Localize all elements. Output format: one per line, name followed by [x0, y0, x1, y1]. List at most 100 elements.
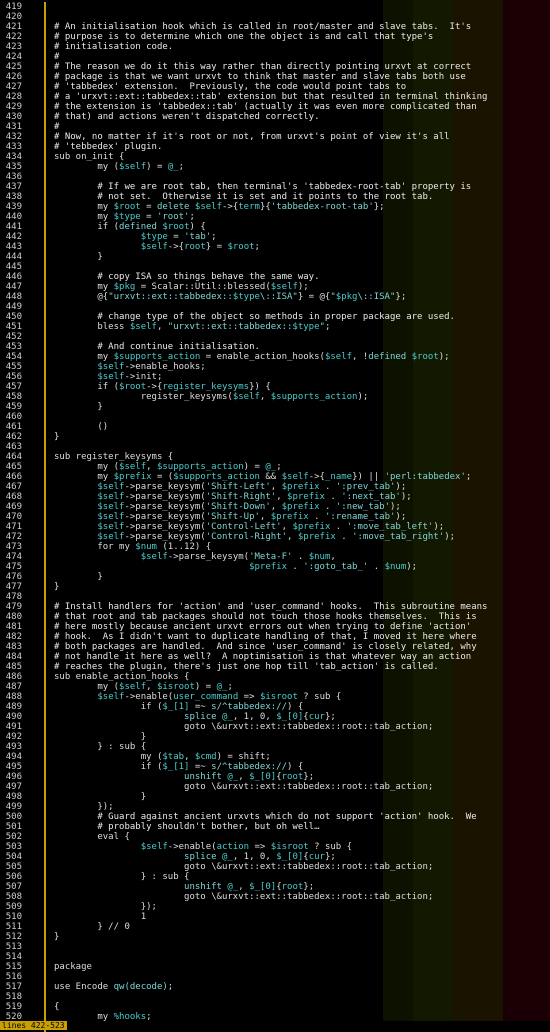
code-line[interactable]: unshift @_, $_[0]{root}; [54, 882, 487, 892]
code-line[interactable]: package [54, 962, 487, 972]
code-line[interactable]: # Guard against ancient urxvts which do … [54, 812, 487, 822]
code-line[interactable]: # probably shouldn't bother, but oh well… [54, 822, 487, 832]
code-line[interactable]: $self->parse_keysym('Control-Right', $pr… [54, 532, 487, 542]
code-line[interactable]: }); [54, 902, 487, 912]
code-line[interactable]: if (defined $root) { [54, 222, 487, 232]
code-line[interactable]: sub on_init { [54, 152, 487, 162]
code-line[interactable]: if ($_[1] =~ s/^tabbedex://) { [54, 702, 487, 712]
code-line[interactable]: } // 0 [54, 922, 487, 932]
code-line[interactable] [54, 442, 487, 452]
code-line[interactable]: # not handle it here as well? A noptimis… [54, 652, 487, 662]
code-line[interactable]: register_keysyms($self, $supports_action… [54, 392, 487, 402]
code-line[interactable]: my $pkg = Scalar::Util::blessed($self); [54, 282, 487, 292]
code-line[interactable] [54, 952, 487, 962]
code-line[interactable]: if ($_[1] =~ s/^tabbedex://) { [54, 762, 487, 772]
code-line[interactable]: my $supports_action = enable_action_hook… [54, 352, 487, 362]
code-line[interactable]: # copy ISA so things behave the same way… [54, 272, 487, 282]
code-line[interactable] [54, 2, 487, 12]
code-line[interactable]: use Encode qw(decode); [54, 982, 487, 992]
code-line[interactable]: bless $self, "urxvt::ext::tabbedex::$typ… [54, 322, 487, 332]
code-line[interactable]: my ($tab, $cmd) = shift; [54, 752, 487, 762]
code-line[interactable]: $self->enable(action => $isroot ? sub { [54, 842, 487, 852]
code-line[interactable]: # a 'urxvt::ext::tabbedex::tab' extensio… [54, 92, 487, 102]
code-line[interactable]: $self->parse_keysym('Control-Left', $pre… [54, 522, 487, 532]
code-line[interactable]: $type = 'tab'; [54, 232, 487, 242]
code-line[interactable]: # If we are root tab, then terminal's 't… [54, 182, 487, 192]
code-line[interactable]: # that root and tab packages should not … [54, 612, 487, 622]
code-editor-area[interactable]: # An initialisation hook which is called… [54, 2, 487, 1022]
code-line[interactable]: splice @_, 1, 0, $_[0]{cur}; [54, 712, 487, 722]
code-line[interactable] [54, 302, 487, 312]
code-line[interactable]: } [54, 582, 487, 592]
code-line[interactable]: $self->{root} = $root; [54, 242, 487, 252]
code-line[interactable]: $self->enable_hooks; [54, 362, 487, 372]
code-line[interactable]: my $prefix = ($supports_action && $self-… [54, 472, 487, 482]
code-line[interactable]: # reaches the plugin, there's just one h… [54, 662, 487, 672]
code-line[interactable] [54, 972, 487, 982]
code-line[interactable]: } [54, 932, 487, 942]
code-line[interactable]: # 'tabbedex' extension. Previously, the … [54, 82, 487, 92]
code-line[interactable] [54, 992, 487, 1002]
code-line[interactable]: # initialisation code. [54, 42, 487, 52]
code-line[interactable]: splice @_, 1, 0, $_[0]{cur}; [54, 852, 487, 862]
code-line[interactable]: # not set. Otherwise it is set and it po… [54, 192, 487, 202]
code-line[interactable]: eval { [54, 832, 487, 842]
code-line[interactable]: } [54, 432, 487, 442]
code-line[interactable]: $prefix . ':goto_tab_' . $num); [54, 562, 487, 572]
code-line[interactable]: my $type = 'root'; [54, 212, 487, 222]
code-line[interactable] [54, 942, 487, 952]
code-line[interactable]: } : sub { [54, 742, 487, 752]
code-line[interactable]: # The reason we do it this way rather th… [54, 62, 487, 72]
code-line[interactable]: $self->init; [54, 372, 487, 382]
code-line[interactable]: $self->parse_keysym('Shift-Up', $prefix … [54, 512, 487, 522]
code-line[interactable]: # And continue initialisation. [54, 342, 487, 352]
code-line[interactable]: # 'tebbedex' plugin. [54, 142, 487, 152]
code-line[interactable]: () [54, 422, 487, 432]
code-line[interactable]: } [54, 732, 487, 742]
code-line[interactable]: # both packages are handled. And since '… [54, 642, 487, 652]
code-line[interactable]: } [54, 252, 487, 262]
code-line[interactable]: # An initialisation hook which is called… [54, 22, 487, 32]
code-line[interactable]: } [54, 402, 487, 412]
code-line[interactable]: # hook. As I didn't want to duplicate ha… [54, 632, 487, 642]
code-line[interactable]: # the extension is 'tabbedex::tab' (actu… [54, 102, 487, 112]
code-line[interactable]: goto \&urxvt::ext::tabbedex::root::tab_a… [54, 722, 487, 732]
code-line[interactable]: }); [54, 802, 487, 812]
code-line[interactable]: my ($self, $isroot) = @_; [54, 682, 487, 692]
code-line[interactable]: unshift @_, $_[0]{root}; [54, 772, 487, 782]
code-line[interactable]: my ($self) = @_; [54, 162, 487, 172]
code-line[interactable]: $self->parse_keysym('Shift-Left', $prefi… [54, 482, 487, 492]
code-line[interactable] [54, 412, 487, 422]
code-line[interactable]: { [54, 1002, 487, 1012]
code-line[interactable]: for my $num (1..12) { [54, 542, 487, 552]
code-line[interactable]: my ($self, $supports_action) = @_; [54, 462, 487, 472]
code-line[interactable]: # here mostly because ancient urxvt erro… [54, 622, 487, 632]
code-line[interactable]: # change type of the object so methods i… [54, 312, 487, 322]
code-line[interactable]: # [54, 122, 487, 132]
code-line[interactable]: if ($root->{register_keysyms}) { [54, 382, 487, 392]
code-line[interactable] [54, 172, 487, 182]
code-line[interactable]: goto \&urxvt::ext::tabbedex::root::tab_a… [54, 862, 487, 872]
code-line[interactable]: sub enable_action_hooks { [54, 672, 487, 682]
code-line[interactable]: sub register_keysyms { [54, 452, 487, 462]
code-line[interactable]: goto \&urxvt::ext::tabbedex::root::tab_a… [54, 892, 487, 902]
code-line[interactable]: # purpose is to determine which one the … [54, 32, 487, 42]
code-line[interactable]: } [54, 792, 487, 802]
code-line[interactable]: $self->parse_keysym('Shift-Down', $prefi… [54, 502, 487, 512]
code-line[interactable]: } : sub { [54, 872, 487, 882]
code-line[interactable] [54, 12, 487, 22]
code-line[interactable]: goto \&urxvt::ext::tabbedex::root::tab_a… [54, 782, 487, 792]
code-line[interactable]: } [54, 572, 487, 582]
code-line[interactable]: my $root = delete $self->{term}{'tabbede… [54, 202, 487, 212]
code-line[interactable]: @{"urxvt::ext::tabbedex::$type\::ISA"} =… [54, 292, 487, 302]
code-line[interactable] [54, 332, 487, 342]
code-line[interactable]: # package is that we want urxvt to think… [54, 72, 487, 82]
code-line[interactable]: # Now, no matter if it's root or not, fr… [54, 132, 487, 142]
code-line[interactable]: # Install handlers for 'action' and 'use… [54, 602, 487, 612]
code-line[interactable]: $self->enable(user_command => $isroot ? … [54, 692, 487, 702]
code-line[interactable]: # [54, 52, 487, 62]
code-line[interactable] [54, 262, 487, 272]
code-line[interactable] [54, 592, 487, 602]
code-line[interactable]: $self->parse_keysym('Meta-F' . $num, [54, 552, 487, 562]
code-line[interactable]: 1 [54, 912, 487, 922]
